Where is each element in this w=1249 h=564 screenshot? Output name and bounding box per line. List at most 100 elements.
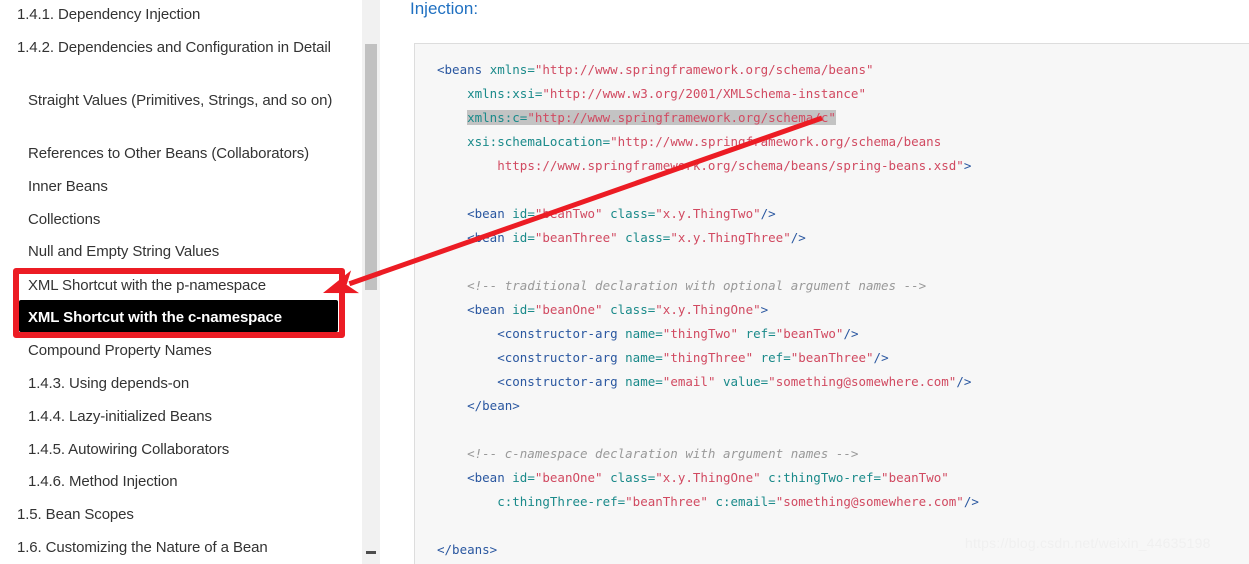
code-token: /> [760,206,776,221]
code-token: /> [790,230,806,245]
code-line: <constructor-arg name="thingThree" ref="… [437,350,889,365]
code-token: "beanThree" [790,350,874,365]
code-line: xmlns:c="http://www.springframework.org/… [437,110,836,125]
code-token: "something@somewhere.com" [775,494,964,509]
code-token: class= [602,206,656,221]
toc-item[interactable]: Collections [28,210,343,229]
code-token: <bean [437,302,513,317]
code-token: "email" [662,374,716,389]
toc-item[interactable]: 1.4.6. Method Injection [28,472,343,491]
code-line: <bean id="beanThree" class="x.y.ThingThr… [437,230,806,245]
code-token: c:email= [707,494,776,509]
code-token: "x.y.ThingOne" [655,470,761,485]
code-token: "http://www.w3.org/2001/XMLSchema-instan… [542,86,866,101]
toc-item[interactable]: 1.5. Bean Scopes [17,505,347,524]
code-line: xsi:schemaLocation="http://www.springfra… [437,134,941,149]
section-heading: Injection: [410,0,479,18]
code-token: xsi:schemaLocation= [467,134,611,149]
code-token: <!-- traditional declaration with option… [437,278,927,293]
code-line: <beans xmlns="http://www.springframework… [437,62,874,77]
code-line: https://www.springframework.org/schema/b… [437,158,971,173]
code-token: "x.y.ThingOne" [655,302,761,317]
code-line: </bean> [437,398,520,413]
code-line: <bean id="beanOne" class="x.y.ThingOne"> [437,302,768,317]
code-token: /> [843,326,859,341]
code-token: "beanTwo" [881,470,949,485]
toc-scrollbar[interactable] [362,0,380,564]
code-token: c:thingTwo-ref= [760,470,882,485]
code-token: "beanThree" [625,494,708,509]
code-line: xmlns:xsi="http://www.w3.org/2001/XMLSch… [437,86,866,101]
code-token: /> [956,374,972,389]
code-line: c:thingThree-ref="beanThree" c:email="so… [437,494,979,509]
toc-item[interactable]: Straight Values (Primitives, Strings, an… [28,91,343,110]
code-token: xmlns:xsi= [467,86,543,101]
code-token: <bean [437,470,513,485]
code-token: id= [512,470,535,485]
toc-item[interactable]: 1.4.5. Autowiring Collaborators [28,440,343,459]
toc-item[interactable]: 1.4.1. Dependency Injection [17,5,347,24]
code-token: id= [512,302,535,317]
code-token: "http://www.springframework.org/schema/b… [534,62,874,77]
toc-item[interactable]: Compound Property Names [28,341,343,360]
toc-item[interactable]: Null and Empty String Values [28,242,343,261]
code-token: <bean [437,230,513,245]
code-token: ref= [753,350,791,365]
toc-item[interactable]: 1.6. Customizing the Nature of a Bean [17,538,347,557]
code-token: "x.y.ThingThree" [670,230,791,245]
code-token: xmlns= [489,62,535,77]
code-line: <constructor-arg name="email" value="som… [437,374,971,389]
code-token: ref= [738,326,776,341]
code-token: "beanOne" [534,302,603,317]
code-line: <constructor-arg name="thingTwo" ref="be… [437,326,859,341]
code-line: <bean id="beanTwo" class="x.y.ThingTwo"/… [437,206,776,221]
code-token: /> [963,494,979,509]
code-token: > [760,302,769,317]
toc-scrollbar-thumb[interactable] [365,44,377,290]
red-annotation-box [13,268,345,338]
code-line: <bean id="beanOne" class="x.y.ThingOne" … [437,470,949,485]
toc-item[interactable]: Inner Beans [28,177,343,196]
code-token: <!-- c-namespace declaration with argume… [437,446,859,461]
code-token: class= [602,302,656,317]
toc-scroll-down-arrow-icon[interactable] [366,551,376,554]
code-token: "beanTwo" [534,206,603,221]
code-token: "thingThree" [662,350,754,365]
code-token: <constructor-arg [437,374,626,389]
code-block[interactable]: <beans xmlns="http://www.springframework… [414,43,1249,564]
code-token: "x.y.ThingTwo" [655,206,761,221]
code-token: "something@somewhere.com" [768,374,957,389]
watermark-text: https://blog.csdn.net/weixin_44635198 [965,535,1211,551]
code-token: xmlns:c= [467,110,528,125]
code-token: <constructor-arg [437,326,626,341]
code-token: </bean> [437,398,520,413]
code-line: <!-- c-namespace declaration with argume… [437,446,858,461]
code-token: name= [625,326,663,341]
code-token: https://www.springframework.org/schema/b… [497,158,964,173]
code-token: <beans [437,62,490,77]
toc-item[interactable]: 1.4.4. Lazy-initialized Beans [28,407,343,426]
code-token: </beans> [437,542,498,557]
code-token: value= [715,374,769,389]
toc-item[interactable]: 1.4.3. Using depends-on [28,374,343,393]
code-listing: <beans xmlns="http://www.springframework… [437,58,979,562]
code-line: </beans> [437,542,497,557]
code-token: c:thingThree-ref= [497,494,626,509]
toc-item[interactable]: References to Other Beans (Collaborators… [28,144,343,163]
code-token: "beanTwo" [775,326,844,341]
content-area: Injection: <beans xmlns="http://www.spri… [380,0,1249,564]
code-token: <bean [437,206,513,221]
code-token: /> [873,350,889,365]
toc-item[interactable]: 1.4.2. Dependencies and Configuration in… [17,38,347,57]
code-token: <constructor-arg [437,350,626,365]
code-token: "beanThree" [534,230,618,245]
code-token: id= [512,230,535,245]
code-token: "http://www.springframework.org/schema/b… [610,134,942,149]
code-token: > [963,158,972,173]
code-token: "http://www.springframework.org/schema/c… [527,110,836,125]
